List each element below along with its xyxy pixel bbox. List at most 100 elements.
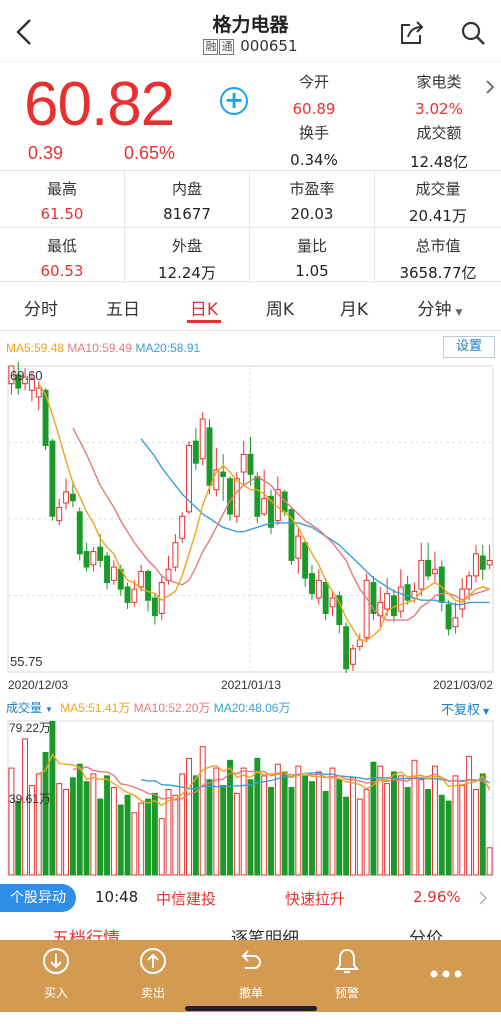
candle-body bbox=[110, 566, 117, 581]
alert-broker: 中信建投 bbox=[156, 890, 217, 908]
quote-sector[interactable]: 家电类 3.02% bbox=[379, 71, 499, 118]
ma-legend: MA5:59.48 MA10:59.49 MA20:58.91 bbox=[6, 341, 200, 355]
volume-bar bbox=[97, 798, 104, 876]
add-watchlist-button[interactable]: + bbox=[220, 87, 248, 115]
candle bbox=[192, 427, 199, 470]
candle bbox=[418, 542, 425, 596]
candle-body bbox=[49, 440, 56, 517]
stats-row: 最低 60.53 外盘 12.24万 量比 1.05 总市值 3658.77亿 bbox=[0, 227, 501, 284]
volume-bar bbox=[213, 767, 220, 876]
bell-icon bbox=[335, 948, 359, 973]
stats-grid: 最高 61.50 内盘 81677 市盈率 20.03 成交量 20.41万 最低 60.… bbox=[0, 170, 501, 284]
tab-five-day[interactable]: 五日 bbox=[93, 295, 153, 320]
candle bbox=[104, 551, 111, 590]
volume-bar bbox=[350, 777, 356, 876]
tab-minute-label: 分钟 bbox=[417, 300, 452, 320]
stat-high: 最高 61.50 bbox=[0, 171, 125, 227]
candle bbox=[199, 412, 206, 466]
candle bbox=[343, 622, 350, 674]
volume-bar bbox=[315, 771, 322, 876]
candle-body bbox=[315, 579, 322, 599]
stat-label: 内盘 bbox=[171, 180, 202, 198]
stats-row: 最高 61.50 内盘 81677 市盈率 20.03 成交量 20.41万 bbox=[0, 171, 501, 227]
alert-button[interactable]: 预警 bbox=[317, 946, 377, 1001]
volume-bar bbox=[343, 796, 350, 876]
active-tab-underline bbox=[187, 320, 221, 323]
stock-alert-bar[interactable]: 个股异动 10:48 中信建投 快速拉升 2.96% bbox=[0, 880, 501, 916]
volume-bar bbox=[288, 787, 295, 876]
buy-button[interactable]: 买入 bbox=[26, 946, 86, 1001]
tab-minute[interactable]: 分钟 ▼ bbox=[405, 295, 475, 320]
volume-bar bbox=[172, 794, 179, 876]
volume-bar bbox=[329, 767, 336, 876]
settings-button[interactable]: 设置 bbox=[443, 336, 495, 358]
vol-ma5-value: MA5:51.41万 bbox=[60, 701, 131, 715]
candle bbox=[302, 540, 309, 587]
tab-daily-k[interactable]: 日K bbox=[174, 295, 234, 320]
candle-body bbox=[220, 471, 227, 477]
home-indicator[interactable] bbox=[185, 1006, 317, 1011]
stat-value: 12.24万 bbox=[158, 264, 216, 282]
tab-weekly-k[interactable]: 周K bbox=[250, 295, 310, 320]
candle bbox=[247, 436, 254, 486]
candle bbox=[63, 478, 70, 510]
undo-icon bbox=[241, 950, 261, 969]
bottom-action-bar: 买入 卖出 撤单 预警 bbox=[0, 940, 501, 1012]
share-icon[interactable] bbox=[398, 20, 426, 46]
candle-body bbox=[240, 453, 247, 473]
volume-bar bbox=[322, 790, 329, 876]
quote-label: 成交额 bbox=[416, 124, 462, 142]
chevron-right-icon[interactable] bbox=[484, 79, 496, 95]
candle-body bbox=[363, 579, 370, 639]
candle bbox=[486, 544, 493, 570]
candle-body bbox=[56, 506, 63, 522]
volume-bar bbox=[438, 794, 445, 876]
candle-body bbox=[97, 546, 104, 561]
sell-icon bbox=[140, 948, 166, 974]
candle bbox=[124, 582, 131, 610]
volume-bar bbox=[445, 800, 452, 876]
vol-ma20-value: MA20:48.06万 bbox=[213, 701, 291, 715]
alert-label: 预警 bbox=[334, 986, 359, 1000]
volume-bar bbox=[15, 800, 22, 876]
quote-label: 家电类 bbox=[416, 73, 462, 91]
volume-indicator-label[interactable]: 成交量 bbox=[6, 701, 42, 715]
volume-chart[interactable]: 79.22万 39.61万 bbox=[0, 717, 501, 879]
volume-bar bbox=[466, 755, 473, 876]
candle-body bbox=[83, 551, 90, 568]
quote-subtabs: 五档行情 逐笔明细 分价 bbox=[0, 920, 501, 942]
volume-bar bbox=[158, 818, 165, 876]
adjustment-dropdown[interactable]: 不复权 ▼ bbox=[441, 699, 489, 718]
caret-down-icon: ▼ bbox=[483, 707, 490, 716]
candle bbox=[56, 498, 63, 526]
volume-bar bbox=[220, 785, 227, 876]
candle-body bbox=[131, 588, 138, 603]
more-button[interactable] bbox=[416, 964, 476, 983]
tab-monthly-k[interactable]: 月K bbox=[324, 295, 384, 320]
volume-bar bbox=[254, 757, 261, 876]
caret-down-icon: ▼ bbox=[455, 308, 463, 318]
candle bbox=[254, 472, 261, 523]
candle bbox=[76, 507, 83, 561]
volume-bar bbox=[138, 802, 145, 876]
candle bbox=[479, 544, 486, 581]
sell-button[interactable]: 卖出 bbox=[123, 946, 183, 1001]
period-tabs: 分时 五日 日K 周K 月K 分钟 ▼ bbox=[0, 283, 501, 331]
quote-label: 今开 bbox=[298, 73, 329, 91]
stock-code: 000651 bbox=[240, 37, 298, 55]
stat-label: 量比 bbox=[296, 237, 327, 255]
candle-body bbox=[472, 553, 479, 577]
volume-bar bbox=[110, 787, 117, 876]
candle bbox=[179, 511, 186, 543]
search-icon[interactable] bbox=[460, 20, 486, 46]
tab-intraday[interactable]: 分时 bbox=[11, 295, 71, 320]
candle-body bbox=[295, 535, 302, 559]
x-axis-label: 2020/12/03 bbox=[8, 678, 68, 692]
cancel-order-button[interactable]: 撤单 bbox=[221, 946, 281, 1001]
candle bbox=[110, 560, 117, 585]
candle-body bbox=[233, 478, 240, 517]
candlestick-chart[interactable]: 69.60 55.75 2020/12/03 2021/01/13 2021/03/02 bbox=[0, 360, 501, 695]
candle-body bbox=[261, 498, 268, 515]
candle bbox=[350, 644, 356, 671]
more-icon bbox=[430, 970, 462, 978]
